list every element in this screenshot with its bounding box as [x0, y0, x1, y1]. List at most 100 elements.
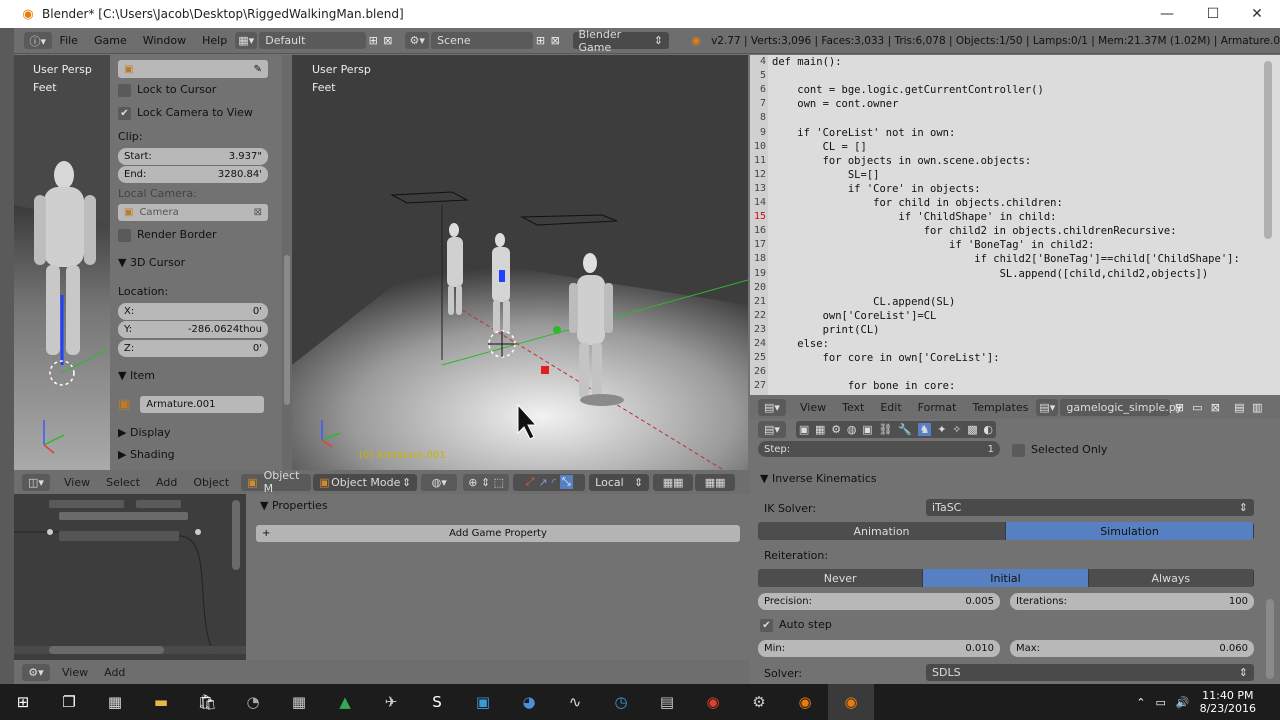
app-icon-2[interactable]: ✈: [368, 684, 414, 720]
initial-button[interactable]: Initial: [923, 569, 1089, 587]
tray-chevron-icon[interactable]: ⌃: [1136, 696, 1145, 709]
scene-field[interactable]: Scene: [431, 32, 534, 49]
app-icon-6[interactable]: ▤: [644, 684, 690, 720]
app-icon-1[interactable]: ◔: [230, 684, 276, 720]
text-text-menu[interactable]: Text: [842, 401, 864, 414]
code-line[interactable]: for bone in core:: [772, 380, 955, 392]
min-field[interactable]: Min: 0.010: [758, 640, 1000, 657]
text-vscrollbar[interactable]: [1264, 61, 1272, 239]
code-line[interactable]: else:: [772, 338, 829, 350]
text-file-field[interactable]: gamelogic_simple.py: [1060, 398, 1182, 416]
cursor-x-field[interactable]: X: 0': [118, 303, 268, 320]
line-numbers-icon[interactable]: ▤: [1230, 401, 1248, 414]
layers-grid-icon-2[interactable]: ▦▦: [695, 473, 736, 491]
auto-step-checkbox[interactable]: ✔ Auto step: [760, 618, 832, 632]
start-windows-icon[interactable]: ⊞: [0, 684, 46, 720]
data-tab-icon[interactable]: ♞: [917, 423, 932, 436]
shading-panel-header[interactable]: ▶ Shading: [118, 448, 268, 461]
blender-icon[interactable]: ◉: [782, 684, 828, 720]
object-mode-select[interactable]: ▣ Object Mode ⇕: [313, 473, 418, 491]
world-tab-icon[interactable]: ◍: [847, 423, 857, 436]
remove-scene-icon[interactable]: ⊠: [548, 34, 563, 47]
transform-orientation-select[interactable]: Local ⇕: [589, 473, 650, 491]
code-line[interactable]: for objects in own.scene.objects:: [772, 155, 1032, 167]
editor-type-logic-icon[interactable]: ⚙▾: [22, 663, 50, 681]
screen-layout-icon[interactable]: ▦▾: [235, 32, 258, 49]
solver-select[interactable]: SDLS ⇕: [926, 664, 1254, 681]
editor-type-3d-icon[interactable]: ◫▾: [22, 473, 50, 491]
cursor-z-field[interactable]: Z: 0': [118, 340, 268, 357]
never-button[interactable]: Never: [758, 569, 924, 587]
editor-type-info-icon[interactable]: ⓘ▾: [24, 32, 52, 49]
properties-panel-header[interactable]: ▼ Properties: [260, 499, 328, 512]
code-line[interactable]: cont = bge.logic.getCurrentController(): [772, 84, 1044, 96]
code-line[interactable]: print(CL): [772, 324, 880, 336]
code-line[interactable]: if child2['BoneTag']==child['ChildShape'…: [772, 253, 1240, 265]
render-engine-select[interactable]: Blender Game ⇕: [572, 28, 670, 54]
clock[interactable]: 11:40 PM 8/23/2016: [1200, 689, 1256, 715]
node-hscrollbar[interactable]: [14, 646, 246, 654]
panel-scrollbar[interactable]: [282, 55, 292, 470]
code-line[interactable]: own = cont.owner: [772, 98, 898, 110]
task-view-icon[interactable]: ❐: [46, 684, 92, 720]
text-view-menu[interactable]: View: [800, 401, 826, 414]
app-icon-3[interactable]: S: [414, 684, 460, 720]
bone-constraint-tab-icon[interactable]: ✧: [952, 423, 961, 436]
editor-type-text-icon[interactable]: ▤▾: [758, 398, 786, 416]
select-menu[interactable]: Select: [106, 476, 140, 489]
precision-field[interactable]: Precision: 0.005: [758, 593, 1000, 610]
viewport-shading-icon[interactable]: ◍▾: [421, 473, 458, 491]
lock-camera-checkbox[interactable]: ✔ Lock Camera to View: [118, 106, 268, 120]
menu-file[interactable]: File: [60, 34, 78, 47]
code-line[interactable]: for child2 in objects.childrenRecursive:: [772, 225, 1177, 237]
drive-icon[interactable]: ▲: [322, 684, 368, 720]
code-line[interactable]: if 'Core' in objects:: [772, 183, 981, 195]
chrome-icon[interactable]: ◉: [690, 684, 736, 720]
layout-field[interactable]: Default: [259, 32, 366, 49]
ik-panel-header[interactable]: ▼ Inverse Kinematics: [760, 472, 877, 485]
selected-only-checkbox[interactable]: Selected Only: [1012, 443, 1107, 457]
cursor-y-field[interactable]: Y: -286.0624thou: [118, 321, 268, 338]
scene-tab-icon[interactable]: ⚙: [831, 423, 841, 436]
text-editor[interactable]: 4 def main(): 5 6 cont = bge.logic.getCurre…: [750, 55, 1280, 395]
open-folder-icon[interactable]: ▭: [1188, 401, 1206, 414]
code-line[interactable]: SL=[]: [772, 169, 880, 181]
code-line[interactable]: CL = []: [772, 141, 867, 153]
clip-start-field[interactable]: Start: 3.937": [118, 148, 268, 165]
code-line[interactable]: own['CoreList']=CL: [772, 310, 937, 322]
code-line[interactable]: if 'ChildShape' in child:: [772, 211, 1056, 223]
properties-context-tabs[interactable]: ▣ ▦ ⚙ ◍ ▣ ⛓ 🔧 ♞ ✦ ✧ ▩ ◐: [796, 421, 996, 438]
clear-icon[interactable]: ⊠: [254, 207, 262, 218]
object-menu[interactable]: Object: [193, 476, 229, 489]
max-field[interactable]: Max: 0.060: [1010, 640, 1254, 657]
logic-editor[interactable]: [14, 494, 246, 660]
code-line[interactable]: if 'BoneTag' in child2:: [772, 239, 1094, 251]
left-3d-viewport[interactable]: User Persp Feet: [14, 55, 110, 470]
bone-tab-icon[interactable]: ✦: [937, 423, 946, 436]
modifier-tab-icon[interactable]: 🔧: [898, 423, 912, 436]
menu-help[interactable]: Help: [202, 34, 227, 47]
code-line[interactable]: if 'CoreList' not in own:: [772, 127, 955, 139]
pivot-point-icon[interactable]: ⊕ ⇕ ⬚: [463, 473, 510, 491]
left-object-mode-select[interactable]: ▣ Object M: [241, 469, 312, 495]
logic-add-menu[interactable]: Add: [104, 666, 125, 679]
add-layout-icon[interactable]: ⊞: [366, 34, 381, 47]
text-datablock-icon[interactable]: ▤▾: [1036, 398, 1059, 416]
clock-icon[interactable]: ◷: [598, 684, 644, 720]
menu-window[interactable]: Window: [143, 34, 186, 47]
code-line[interactable]: for child in objects.children:: [772, 197, 1063, 209]
unlink-text-icon[interactable]: ⊠: [1206, 401, 1224, 414]
film-icon[interactable]: ▦: [276, 684, 322, 720]
remove-layout-icon[interactable]: ⊠: [381, 34, 396, 47]
add-menu[interactable]: Add: [156, 476, 177, 489]
store-icon[interactable]: 🛍: [184, 684, 230, 720]
clip-end-field[interactable]: End: 3280.84': [118, 166, 268, 183]
minimize-button[interactable]: —: [1144, 0, 1190, 28]
code-line[interactable]: CL.append(SL): [772, 296, 955, 308]
blender-active-icon[interactable]: ◉: [828, 684, 874, 720]
texture-tab-icon[interactable]: ▩: [967, 423, 977, 436]
manipulator-icons[interactable]: ⤢ ↗ ◜ ⤡: [513, 473, 586, 491]
close-button[interactable]: ✕: [1234, 0, 1280, 28]
network-icon[interactable]: ▭: [1155, 696, 1165, 709]
maximize-button[interactable]: ☐: [1190, 0, 1236, 28]
